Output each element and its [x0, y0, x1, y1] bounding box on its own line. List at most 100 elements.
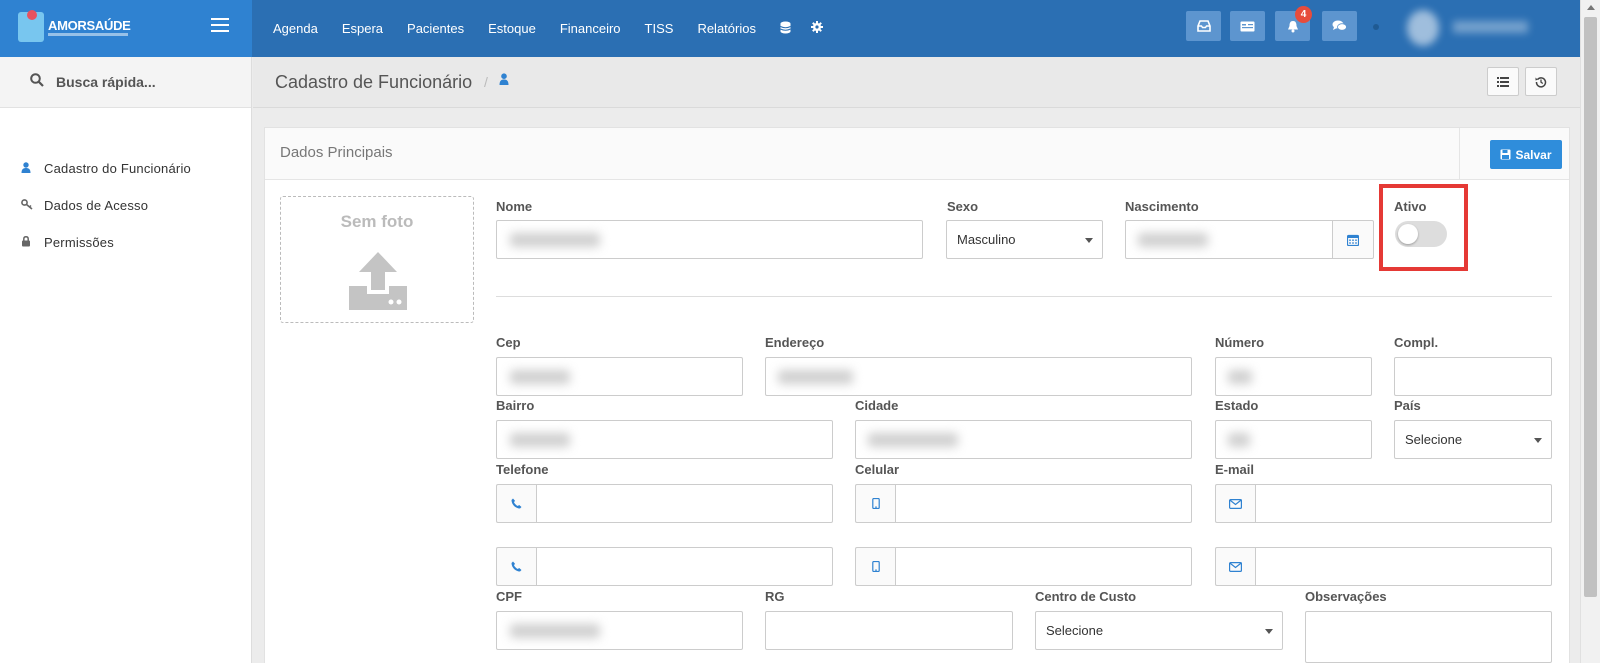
label-estado: Estado: [1215, 398, 1259, 413]
label-compl: Compl.: [1394, 335, 1439, 350]
nav-financeiro[interactable]: Financeiro: [560, 21, 621, 36]
phone-icon: [496, 484, 536, 523]
scroll-thumb[interactable]: [1584, 17, 1597, 597]
user-avatar[interactable]: [1407, 10, 1439, 46]
label-cep: Cep: [496, 335, 521, 350]
redacted-value: [1228, 370, 1252, 384]
panel-title: Dados Principais: [280, 144, 393, 161]
label-observacoes: Observações: [1305, 589, 1387, 604]
label-pais: País: [1394, 398, 1421, 413]
phone-icon: [496, 547, 536, 586]
nav-estoque[interactable]: Estoque: [488, 21, 536, 36]
user-name-redacted[interactable]: [1453, 21, 1528, 33]
compl-field[interactable]: [1394, 357, 1552, 396]
centro-custo-select[interactable]: Selecione: [1035, 611, 1283, 650]
label-sexo: Sexo: [947, 199, 979, 214]
sidebar-item-permissoes[interactable]: Permissões: [0, 224, 251, 261]
scroll-up-icon[interactable]: [1587, 5, 1595, 10]
chevron-down-icon: [1085, 238, 1093, 243]
user-icon: [499, 73, 509, 88]
panel-header: Dados Principais Salvar: [265, 128, 1569, 180]
sidebar-item-cadastro[interactable]: Cadastro do Funcionário: [0, 150, 251, 187]
brand-name: AMORSAÚDE: [48, 18, 131, 33]
telefone-2-field[interactable]: [536, 547, 833, 586]
history-icon: [1535, 76, 1547, 88]
label-cidade: Cidade: [855, 398, 899, 413]
redacted-value: [510, 370, 570, 384]
rg-field[interactable]: [765, 611, 1013, 650]
list-icon: [1497, 76, 1509, 87]
label-bairro: Bairro: [496, 398, 535, 413]
chat-icon: [1332, 20, 1347, 31]
redacted-value: [510, 624, 600, 638]
brand-area: AMORSAÚDE: [0, 0, 252, 57]
redacted-value: [1228, 433, 1250, 447]
redacted-value: [1138, 233, 1208, 247]
sidebar-item-dados-acesso[interactable]: Dados de Acesso: [0, 187, 251, 224]
save-button-label: Salvar: [1515, 147, 1552, 162]
status-dot: [1373, 24, 1379, 30]
chevron-down-icon: [1265, 629, 1273, 634]
id-card-icon: [1240, 21, 1255, 31]
celular-field[interactable]: [895, 484, 1192, 523]
label-telefone: Telefone: [496, 462, 549, 477]
redacted-value: [868, 433, 958, 447]
list-view-button[interactable]: [1487, 67, 1519, 96]
page-scrollbar[interactable]: [1580, 0, 1600, 663]
nav-espera[interactable]: Espera: [342, 21, 383, 36]
section-divider: [496, 296, 1552, 297]
calendar-icon: [1347, 234, 1359, 246]
chat-button[interactable]: [1322, 11, 1357, 41]
card-button[interactable]: [1230, 11, 1265, 41]
user-icon: [21, 161, 44, 176]
sidebar-item-label: Dados de Acesso: [44, 198, 149, 213]
quick-search-input[interactable]: [56, 74, 236, 90]
label-nome: Nome: [496, 199, 533, 214]
inbox-icon: [1196, 20, 1211, 32]
inbox-button[interactable]: [1186, 11, 1221, 41]
search-icon: [30, 73, 44, 91]
pais-select[interactable]: Selecione: [1394, 420, 1552, 459]
main-nav: Agenda Espera Pacientes Estoque Financei…: [273, 0, 843, 57]
nav-agenda[interactable]: Agenda: [273, 21, 318, 36]
upload-icon: [349, 252, 407, 310]
sidebar-item-label: Cadastro do Funcionário: [44, 161, 191, 176]
floppy-icon: [1500, 149, 1511, 160]
photo-label: Sem foto: [340, 212, 414, 231]
envelope-icon: [1215, 547, 1255, 586]
telefone-field[interactable]: [536, 484, 833, 523]
bell-icon: [1287, 20, 1298, 32]
lock-icon: [21, 235, 44, 250]
label-endereco: Endereço: [765, 335, 825, 350]
database-icon[interactable]: [780, 21, 791, 37]
redacted-value: [510, 233, 600, 247]
celular-2-field[interactable]: [895, 547, 1192, 586]
sidebar-item-label: Permissões: [44, 235, 114, 250]
photo-upload[interactable]: Sem foto: [280, 196, 474, 323]
settings-icon[interactable]: [810, 21, 823, 36]
mobile-icon: [855, 484, 895, 523]
observacoes-field[interactable]: [1305, 611, 1552, 663]
label-centro-custo: Centro de Custo: [1035, 589, 1137, 604]
mobile-icon: [855, 547, 895, 586]
calendar-button[interactable]: [1332, 220, 1374, 259]
nav-pacientes[interactable]: Pacientes: [407, 21, 464, 36]
label-nascimento: Nascimento: [1125, 199, 1199, 214]
sidebar: Cadastro do Funcionário Dados de Acesso …: [0, 57, 252, 663]
highlight-box: [1379, 184, 1468, 271]
centro-custo-value: Selecione: [1046, 623, 1104, 638]
chevron-down-icon: [1534, 438, 1542, 443]
history-button[interactable]: [1525, 67, 1557, 96]
email-2-field[interactable]: [1255, 547, 1552, 586]
save-button[interactable]: Salvar: [1490, 140, 1562, 169]
side-menu: Cadastro do Funcionário Dados de Acesso …: [0, 150, 251, 261]
menu-toggle-icon[interactable]: [211, 18, 229, 32]
sexo-select[interactable]: Masculino: [946, 220, 1103, 259]
nav-relatorios[interactable]: Relatórios: [697, 21, 756, 36]
label-numero: Número: [1215, 335, 1265, 350]
nav-tiss[interactable]: TISS: [645, 21, 674, 36]
notification-count-badge: 4: [1295, 6, 1312, 23]
breadcrumb-separator: /: [484, 74, 488, 90]
email-field[interactable]: [1255, 484, 1552, 523]
label-cpf: CPF: [496, 589, 522, 604]
